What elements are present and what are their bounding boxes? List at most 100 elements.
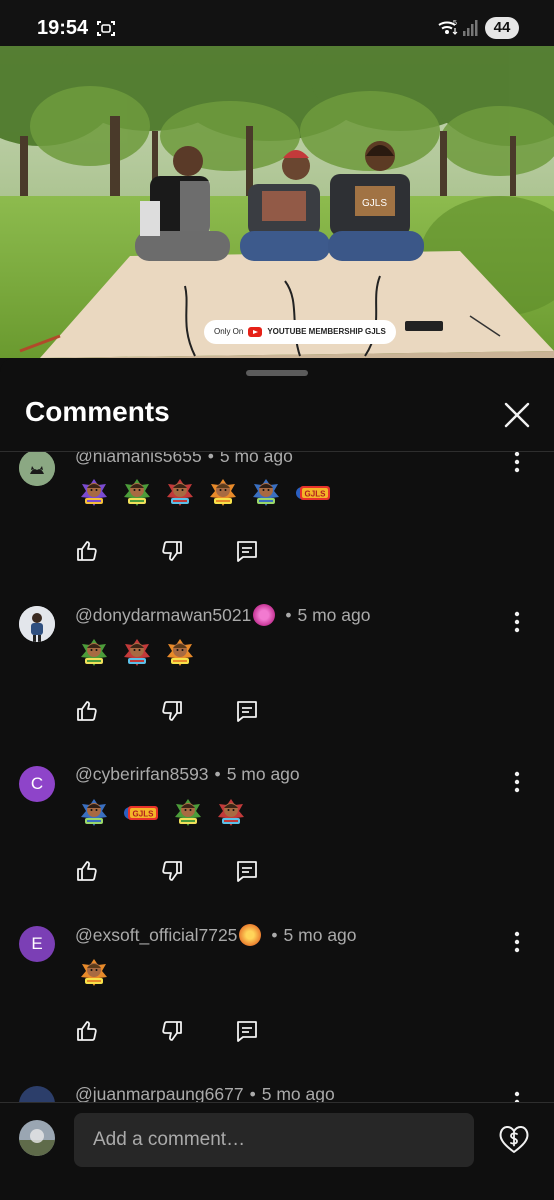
- comment-actions: [75, 1019, 259, 1043]
- comment-time: 5 mo ago: [219, 452, 293, 466]
- comments-list[interactable]: @niamanis5655 • 5 mo ago GJLS @donydarma…: [0, 452, 554, 1102]
- avatar-letter: C: [30, 774, 44, 793]
- clock-time: 19:54: [37, 17, 89, 39]
- comment-item: E @exsoft_official7725 • 5 mo ago: [0, 918, 554, 1078]
- comment-author[interactable]: @juanmarpaung6677: [75, 1084, 244, 1102]
- reply-icon[interactable]: [235, 699, 259, 723]
- comment-emojis: [80, 638, 194, 668]
- add-comment-input[interactable]: [74, 1113, 474, 1167]
- network-badge: 5: [453, 20, 457, 27]
- custom-emoji: [80, 638, 108, 668]
- sticker-text: GJLS: [305, 490, 327, 499]
- comment-actions: [75, 699, 259, 723]
- cat-avatar-icon: [19, 452, 55, 486]
- comment-meta: @cyberirfan8593 • 5 mo ago: [75, 764, 300, 785]
- meta-separator: •: [214, 764, 221, 784]
- watermark-label: YOUTUBE MEMBERSHIP GJLS: [267, 327, 386, 336]
- sticker-text: GJLS: [133, 810, 155, 819]
- watermark-prefix: Only On: [214, 327, 244, 336]
- comment-time: 5 mo ago: [297, 604, 371, 625]
- member-badge-icon: [253, 604, 276, 626]
- custom-emoji: [217, 798, 245, 828]
- comment-meta: @exsoft_official7725 • 5 mo ago: [75, 924, 357, 946]
- comment-emojis: [80, 958, 108, 988]
- avatar[interactable]: [19, 1086, 55, 1102]
- more-options-icon[interactable]: [506, 1090, 528, 1102]
- like-icon[interactable]: [75, 859, 99, 883]
- dislike-icon[interactable]: [160, 699, 184, 723]
- custom-emoji: [80, 958, 108, 988]
- meta-separator: •: [207, 452, 214, 466]
- add-comment-bar: [0, 1103, 554, 1200]
- avatar[interactable]: [19, 452, 55, 486]
- comment-meta: @juanmarpaung6677 • 5 mo ago: [75, 1084, 335, 1102]
- comment-time: 5 mo ago: [226, 764, 300, 784]
- comment-author[interactable]: @exsoft_official7725: [75, 925, 237, 946]
- custom-emoji: [123, 478, 151, 508]
- comment-author[interactable]: @cyberirfan8593: [75, 764, 209, 785]
- comment-meta: @niamanis5655 • 5 mo ago: [75, 452, 293, 467]
- sheet-drag-handle[interactable]: [246, 370, 308, 376]
- screenshot-icon: [97, 21, 115, 36]
- more-options-icon[interactable]: [506, 770, 528, 794]
- custom-emoji: [80, 798, 108, 828]
- like-icon[interactable]: [75, 699, 99, 723]
- custom-emoji: GJLS: [123, 798, 159, 828]
- comment-item: @juanmarpaung6677 • 5 mo ago: [0, 1078, 554, 1102]
- more-options-icon[interactable]: [506, 452, 528, 474]
- meta-separator: •: [285, 604, 292, 625]
- youtube-logo-icon: [248, 327, 263, 337]
- member-badge-icon: [239, 924, 262, 946]
- like-icon[interactable]: [75, 1019, 99, 1043]
- reply-icon[interactable]: [235, 539, 259, 563]
- video-player[interactable]: GJLS Only On YOUTUBE MEMBERSHIP GJLS: [0, 46, 554, 358]
- custom-emoji: [166, 638, 194, 668]
- custom-emoji: [252, 478, 280, 508]
- meta-separator: •: [249, 1084, 256, 1102]
- custom-emoji: [174, 798, 202, 828]
- more-options-icon[interactable]: [506, 610, 528, 634]
- more-options-icon[interactable]: [506, 930, 528, 954]
- custom-emoji: [80, 478, 108, 508]
- custom-emoji: GJLS: [295, 478, 331, 508]
- user-avatar-icon: [19, 1120, 55, 1156]
- reply-icon[interactable]: [235, 859, 259, 883]
- wifi-icon: 5: [438, 20, 458, 35]
- avatar-letter: E: [31, 934, 43, 953]
- dislike-icon[interactable]: [160, 539, 184, 563]
- user-avatar-icon: [19, 606, 55, 642]
- comment-item: @donydarmawan5021 • 5 mo ago: [0, 598, 554, 758]
- comment-author[interactable]: @niamanis5655: [75, 452, 202, 467]
- comment-time: 5 mo ago: [261, 1084, 335, 1102]
- comment-author[interactable]: @donydarmawan5021: [75, 605, 251, 626]
- close-icon[interactable]: [502, 400, 532, 430]
- comment-time: 5 mo ago: [283, 924, 357, 945]
- sheet-title: Comments: [25, 396, 170, 427]
- battery-icon: 44: [485, 17, 519, 39]
- comment-meta: @donydarmawan5021 • 5 mo ago: [75, 604, 370, 626]
- custom-emoji: [123, 638, 151, 668]
- membership-watermark: Only On YOUTUBE MEMBERSHIP GJLS: [204, 320, 396, 344]
- comment-actions: [75, 539, 259, 563]
- avatar[interactable]: [19, 606, 55, 642]
- comment-item: C @cyberirfan8593 • 5 mo ago GJLS: [0, 758, 554, 918]
- comment-item: @niamanis5655 • 5 mo ago GJLS: [0, 452, 554, 598]
- avatar[interactable]: E: [19, 926, 55, 962]
- comment-actions: [75, 859, 259, 883]
- like-icon[interactable]: [75, 539, 99, 563]
- comment-emojis: GJLS: [80, 798, 245, 828]
- avatar[interactable]: C: [19, 766, 55, 802]
- custom-emoji: [166, 478, 194, 508]
- custom-emoji: [209, 478, 237, 508]
- shirt-text: GJLS: [362, 198, 387, 209]
- my-avatar: [19, 1120, 55, 1156]
- status-bar: 19:54 5 44: [0, 0, 554, 46]
- super-thanks-icon[interactable]: [497, 1122, 531, 1156]
- dislike-icon[interactable]: [160, 859, 184, 883]
- signal-icon: [463, 20, 478, 36]
- reply-icon[interactable]: [235, 1019, 259, 1043]
- comments-sheet: Comments @niamanis5655 • 5 mo ago GJLS @…: [0, 358, 554, 1200]
- comment-emojis: GJLS: [80, 478, 331, 508]
- dislike-icon[interactable]: [160, 1019, 184, 1043]
- video-frame: GJLS: [0, 46, 554, 358]
